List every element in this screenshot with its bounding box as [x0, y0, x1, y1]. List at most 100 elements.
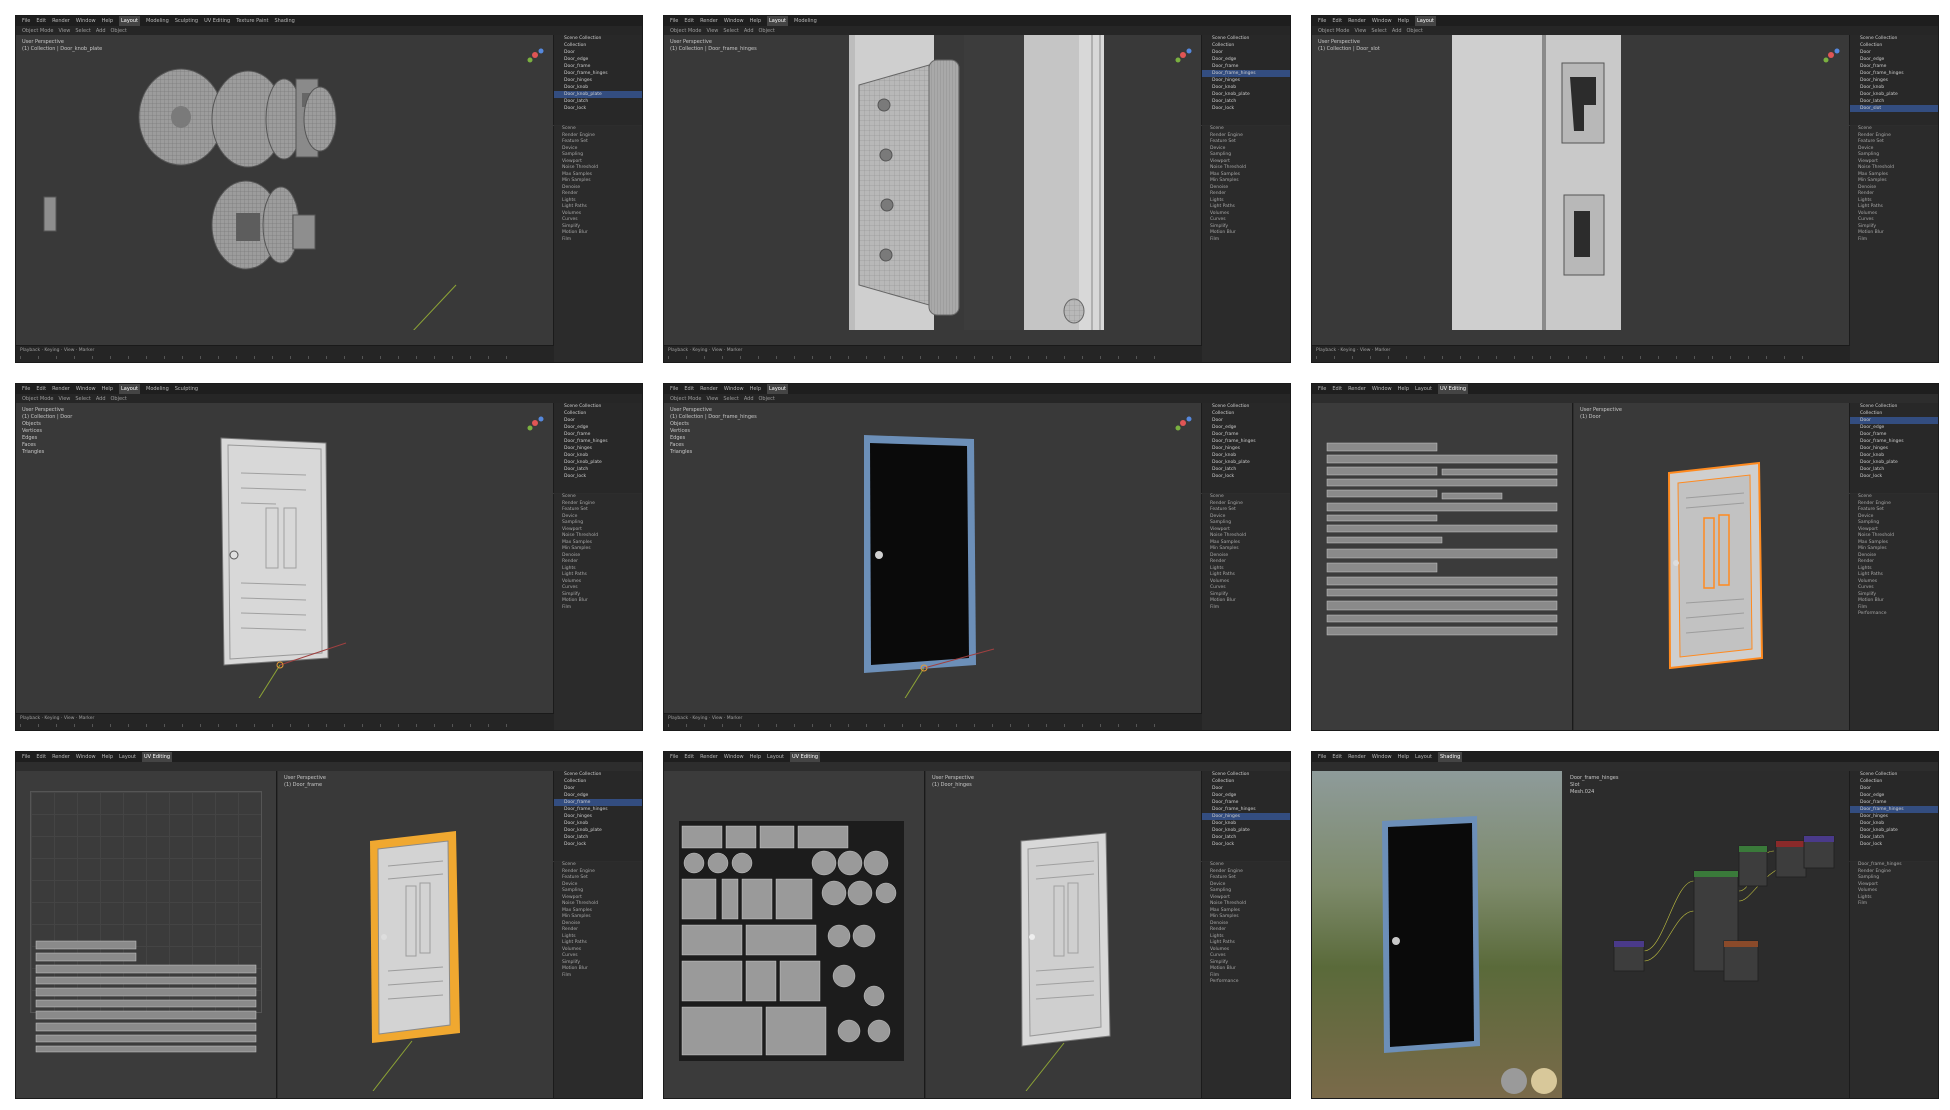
keying-menu[interactable]: Keying — [44, 716, 59, 721]
timeline[interactable]: Playback · Keying · View · Marker — [664, 345, 1202, 362]
menu-edit[interactable]: Edit — [1332, 752, 1342, 762]
outliner-door-knob-plate[interactable]: Door_knob_plate — [554, 827, 642, 834]
outliner-scene-collection[interactable]: Scene Collection — [554, 403, 642, 410]
outliner-door-knob[interactable]: Door_knob — [1850, 820, 1938, 827]
outliner-door-latch[interactable]: Door_latch — [1202, 98, 1290, 105]
playback-menu[interactable]: Playback — [20, 716, 40, 721]
workspace-tab-uv[interactable]: UV Editing — [1438, 384, 1469, 394]
outliner-door-latch[interactable]: Door_latch — [554, 98, 642, 105]
add-menu[interactable]: Add — [96, 28, 106, 34]
outliner-door-hinges[interactable]: Door_hinges — [1850, 445, 1938, 452]
viewport[interactable]: User Perspective (1) Collection | Door_f… — [664, 403, 1202, 714]
outliner-door-latch[interactable]: Door_latch — [1202, 466, 1290, 473]
outliner-door[interactable]: Door — [554, 417, 642, 424]
outliner-door-edge[interactable]: Door_edge — [554, 56, 642, 63]
outliner-door[interactable]: Door — [1202, 49, 1290, 56]
outliner-door-latch[interactable]: Door_latch — [1850, 466, 1938, 473]
film-section[interactable]: Film — [554, 237, 642, 244]
object-menu[interactable]: Object — [759, 28, 775, 34]
outliner-collection[interactable]: Collection — [1202, 410, 1290, 417]
outliner-door-frame-hinges[interactable]: Door_frame_hinges — [1850, 438, 1938, 445]
timeline-view-menu[interactable]: View — [64, 716, 75, 721]
mode-select[interactable]: Object Mode — [22, 396, 54, 402]
outliner-door-latch[interactable]: Door_latch — [554, 834, 642, 841]
timeline[interactable]: Playback · Keying · View · Marker — [16, 713, 554, 730]
outliner-door-frame-hinges[interactable]: Door_frame_hinges — [1202, 806, 1290, 813]
workspace-tab-modeling[interactable]: Modeling — [146, 384, 169, 394]
nav-gizmo[interactable] — [526, 46, 544, 64]
workspace-tab-layout[interactable]: Layout — [767, 384, 788, 394]
outliner-door-hinges[interactable]: Door_hinges — [554, 77, 642, 84]
film-section[interactable]: Film — [1202, 605, 1290, 612]
marker-menu[interactable]: Marker — [727, 348, 743, 353]
menu-render[interactable]: Render — [52, 384, 70, 394]
mode-select[interactable]: Object Mode — [670, 28, 702, 34]
add-menu[interactable]: Add — [744, 396, 754, 402]
menu-window[interactable]: Window — [1372, 384, 1392, 394]
outliner-door-edge[interactable]: Door_edge — [1850, 424, 1938, 431]
outliner-scene-collection[interactable]: Scene Collection — [1202, 771, 1290, 778]
film-section[interactable]: Film — [554, 973, 642, 980]
outliner-door-hinges[interactable]: Door_hinges — [1850, 813, 1938, 820]
keying-menu[interactable]: Keying — [692, 716, 707, 721]
workspace-tab-shading[interactable]: Shading — [1438, 752, 1463, 762]
menu-help[interactable]: Help — [102, 752, 113, 762]
performance-section[interactable]: Performance — [1850, 611, 1938, 618]
menu-help[interactable]: Help — [102, 16, 113, 26]
uv-editor[interactable] — [1312, 403, 1573, 730]
outliner-door-frame[interactable]: Door_frame — [554, 799, 642, 806]
outliner-door-knob[interactable]: Door_knob — [1850, 452, 1938, 459]
menu-window[interactable]: Window — [724, 16, 744, 26]
outliner-door[interactable]: Door — [1850, 785, 1938, 792]
outliner-door-latch[interactable]: Door_latch — [1850, 834, 1938, 841]
menu-help[interactable]: Help — [1398, 752, 1409, 762]
viewport[interactable]: User Perspective (1) Collection | Door O… — [16, 403, 554, 714]
marker-menu[interactable]: Marker — [1375, 348, 1391, 353]
outliner-door-knob[interactable]: Door_knob — [554, 452, 642, 459]
timeline-view-menu[interactable]: View — [1360, 348, 1371, 353]
outliner-door-lock[interactable]: Door_lock — [1202, 105, 1290, 112]
menu-render[interactable]: Render — [1348, 384, 1366, 394]
outliner-door[interactable]: Door — [554, 785, 642, 792]
viewport[interactable]: User Perspective (1) Collection | Door_s… — [1312, 35, 1850, 346]
view-menu[interactable]: View — [59, 28, 71, 34]
menu-file[interactable]: File — [22, 16, 30, 26]
outliner-door-slot[interactable]: Door_slot — [1850, 105, 1938, 112]
viewport[interactable]: User Perspective (1) Door — [1574, 403, 1850, 730]
menu-render[interactable]: Render — [700, 16, 718, 26]
object-menu[interactable]: Object — [1407, 28, 1423, 34]
timeline-view-menu[interactable]: View — [712, 348, 723, 353]
add-menu[interactable]: Add — [96, 396, 106, 402]
select-menu[interactable]: Select — [723, 28, 738, 34]
outliner-door-latch[interactable]: Door_latch — [1202, 834, 1290, 841]
outliner-door-frame-hinges[interactable]: Door_frame_hinges — [1202, 438, 1290, 445]
outliner-door-lock[interactable]: Door_lock — [1202, 473, 1290, 480]
workspace-tab-texture[interactable]: Texture Paint — [236, 16, 268, 26]
outliner-collection[interactable]: Collection — [1850, 778, 1938, 785]
menu-help[interactable]: Help — [750, 752, 761, 762]
performance-section[interactable]: Performance — [1202, 979, 1290, 986]
outliner-collection[interactable]: Collection — [554, 410, 642, 417]
outliner-door-lock[interactable]: Door_lock — [554, 105, 642, 112]
outliner-door-knob-plate[interactable]: Door_knob_plate — [1850, 459, 1938, 466]
mode-select[interactable]: Object Mode — [22, 28, 54, 34]
node-editor[interactable]: Door_frame_hinges Slot Mesh.024 — [1564, 771, 1850, 1098]
viewport[interactable]: User Perspective (1) Collection | Door_k… — [16, 35, 554, 346]
object-menu[interactable]: Object — [111, 396, 127, 402]
outliner-door-lock[interactable]: Door_lock — [1850, 841, 1938, 848]
timeline[interactable]: Playback · Keying · View · Marker — [664, 713, 1202, 730]
menu-edit[interactable]: Edit — [684, 752, 694, 762]
outliner-door-frame[interactable]: Door_frame — [1850, 63, 1938, 70]
workspace-tab-sculpting[interactable]: Sculpting — [175, 384, 198, 394]
object-menu[interactable]: Object — [759, 396, 775, 402]
film-section[interactable]: Film — [1850, 901, 1938, 908]
menu-edit[interactable]: Edit — [1332, 384, 1342, 394]
outliner-door-hinges[interactable]: Door_hinges — [1202, 445, 1290, 452]
outliner-door-frame-hinges[interactable]: Door_frame_hinges — [554, 438, 642, 445]
outliner-door-lock[interactable]: Door_lock — [554, 473, 642, 480]
viewport[interactable]: User Perspective (1) Door_frame — [278, 771, 554, 1098]
view-menu[interactable]: View — [707, 396, 719, 402]
menu-render[interactable]: Render — [700, 384, 718, 394]
outliner-door-frame-hinges[interactable]: Door_frame_hinges — [554, 806, 642, 813]
workspace-tab-shading[interactable]: Shading — [274, 16, 294, 26]
